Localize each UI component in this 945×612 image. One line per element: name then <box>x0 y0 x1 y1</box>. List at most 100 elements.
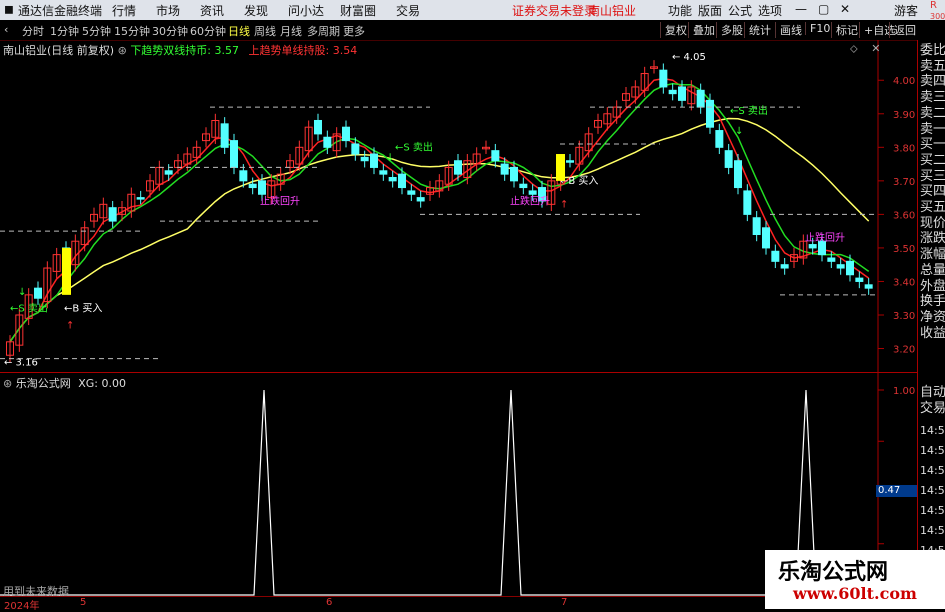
candle-body <box>668 89 677 95</box>
candle-body <box>164 170 173 175</box>
menu-wenxiaoda[interactable]: 问小达 <box>288 2 324 19</box>
settings-icon[interactable]: ⊛ <box>118 44 131 57</box>
draw-line-button[interactable]: 画线 <box>775 22 802 38</box>
period-daily[interactable]: 日线 <box>228 23 250 39</box>
quote-row-label: 收益 <box>920 325 945 341</box>
candle-body <box>836 264 845 269</box>
menu-caifuquan[interactable]: 财富圈 <box>340 2 376 19</box>
quote-row-label: 总量 <box>920 262 945 278</box>
candle-body <box>752 217 761 236</box>
minimize-icon[interactable]: — <box>795 2 807 16</box>
menu-zixun[interactable]: 资讯 <box>200 2 224 19</box>
sell-label: ←S 卖出 <box>10 302 48 315</box>
restore-rights-button[interactable]: 复权 <box>660 22 687 38</box>
trade-time: 14:56 <box>920 444 945 457</box>
candle-body <box>239 170 248 182</box>
trade-time: 14:56 <box>920 424 945 437</box>
period-more[interactable]: 更多 <box>343 23 365 39</box>
signal-arrow: ↑ <box>66 320 74 331</box>
high-label: ← 4.05 <box>672 52 706 63</box>
period-1min[interactable]: 1分钟 <box>50 23 79 39</box>
period-30min[interactable]: 30分钟 <box>152 23 188 39</box>
period-monthly[interactable]: 月线 <box>280 23 302 39</box>
candle-body <box>248 183 257 189</box>
y-tick-label: 3.90 <box>893 110 915 121</box>
main-chart-header: 南山铝业(日线 前复权) ⊛ 下趋势双线持币: 3.57 上趋势单线持股: 3.… <box>3 42 357 58</box>
overlay-button[interactable]: 叠加 <box>688 22 715 38</box>
candlestick-chart[interactable]: ←B 买入←B 买入←S 卖出←S 卖出←S 卖出止跌回升 止跌回升止跌回升← 4… <box>0 40 917 372</box>
settings-icon[interactable]: ⊛ <box>3 377 16 390</box>
collapse-icon[interactable]: ‹ <box>4 23 8 36</box>
trade-label[interactable]: 交易 <box>920 402 945 416</box>
menu-jiaoyi[interactable]: 交易 <box>396 2 420 19</box>
candle-body <box>519 183 528 189</box>
period-15min[interactable]: 15分钟 <box>114 23 150 39</box>
indicator2-value: 3.54 <box>332 44 358 57</box>
candle-body <box>370 153 378 168</box>
period-weekly[interactable]: 周线 <box>254 23 276 39</box>
title-bar: ◼ 通达信金融终端 行情 市场 资讯 发现 问小达 财富圈 交易 证券交易未登录… <box>0 0 945 20</box>
trade-time: 14:56 <box>920 504 945 517</box>
candle-body <box>510 166 518 182</box>
menu-hangqing[interactable]: 行情 <box>112 2 136 19</box>
menu-shichang[interactable]: 市场 <box>156 2 180 19</box>
period-multi[interactable]: 多周期 <box>307 23 340 39</box>
indicator1-label: 下趋势双线持币: <box>130 44 212 57</box>
menu-gongneng[interactable]: 功能 <box>668 2 692 19</box>
trend-red-line <box>9 77 870 343</box>
y-tick-label: 3.70 <box>893 177 915 188</box>
candle-body <box>771 250 780 262</box>
mark-button[interactable]: 标记 <box>831 22 858 38</box>
chart-close-icon[interactable]: ✕ <box>871 42 880 55</box>
multi-stock-button[interactable]: 多股 <box>716 22 743 38</box>
quote-row-label: 外盘 <box>920 278 945 294</box>
candle-body <box>500 163 509 175</box>
y-tick-label: 3.40 <box>893 277 915 288</box>
candle-body <box>230 140 238 168</box>
rebound-label: 止跌回升 <box>260 194 300 207</box>
period-60min[interactable]: 60分钟 <box>190 23 226 39</box>
r-badge: 300 <box>930 12 945 21</box>
quote-row-label: 委比 <box>920 43 945 58</box>
candle-body <box>342 126 350 142</box>
quote-row-label: 卖五 <box>920 58 945 74</box>
guest-label[interactable]: 游客 <box>894 2 918 19</box>
signal-candle <box>556 154 565 181</box>
candle-body <box>566 160 574 163</box>
menu-xuanxiang[interactable]: 选项 <box>758 2 782 19</box>
signal-arrow: ↓ <box>735 126 743 137</box>
maximize-icon[interactable]: ▢ <box>818 2 829 16</box>
back-button[interactable]: 返回 <box>889 22 916 38</box>
f10-button[interactable]: F10 <box>805 22 830 35</box>
watermark-title: 乐淘公式网 <box>778 560 889 585</box>
login-status[interactable]: 证券交易未登录 <box>512 2 596 19</box>
candle-body <box>258 180 266 195</box>
y-tick-label: 4.00 <box>893 76 915 87</box>
close-icon[interactable]: ✕ <box>840 2 850 16</box>
x-axis-month-7: 7 <box>561 597 568 608</box>
candle-body <box>827 257 836 262</box>
quote-panel: R 300 委比 卖五 卖四 卖三 卖二 卖一 买一 买二 买三 买四 买五 现价 涨跌 涨幅 总量 外盘 换手… <box>917 0 945 609</box>
trend-green-line <box>9 82 870 343</box>
menu-banmian[interactable]: 版面 <box>698 2 722 19</box>
candle-body <box>416 197 425 202</box>
quote-row-label: 买四 <box>920 184 945 200</box>
candle-body <box>108 207 117 222</box>
candle-body <box>864 284 873 289</box>
trade-time: 14:56 <box>920 484 945 497</box>
statistics-button[interactable]: 统计 <box>744 22 771 38</box>
candle-body <box>34 287 42 299</box>
auto-label[interactable]: 自动 <box>920 386 945 400</box>
quote-row-label: 涨跌 <box>920 231 945 247</box>
candle-body <box>454 160 462 175</box>
period-fenshi[interactable]: 分时 <box>22 23 44 39</box>
chart-settings-icon[interactable]: ⬦ <box>850 42 858 55</box>
app-logo-icon: ◼ <box>4 2 14 16</box>
candle-body <box>314 119 322 135</box>
menu-faxian[interactable]: 发现 <box>244 2 268 19</box>
trade-time: 14:56 <box>920 464 945 477</box>
menu-gongshi[interactable]: 公式 <box>728 2 752 19</box>
period-5min[interactable]: 5分钟 <box>82 23 111 39</box>
y-tick-label: 3.80 <box>893 143 915 154</box>
sub-indicator-name: 乐淘公式网 <box>15 377 71 390</box>
